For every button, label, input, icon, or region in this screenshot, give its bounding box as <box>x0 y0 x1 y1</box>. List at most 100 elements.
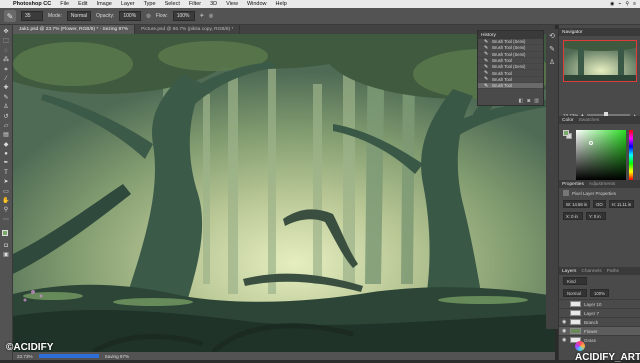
type-icon[interactable]: T <box>2 170 10 176</box>
menu-3d[interactable]: 3D <box>210 1 217 7</box>
path-select-icon[interactable]: ➤ <box>2 179 10 185</box>
brush-settings-icon[interactable]: ✎ <box>548 46 556 53</box>
tab-properties[interactable]: Properties <box>562 182 584 187</box>
layer-kind-filter[interactable]: Kind <box>563 277 587 285</box>
move-icon[interactable]: ✥ <box>2 29 10 35</box>
navigator-thumbnail[interactable] <box>563 40 637 82</box>
tab-document-2[interactable]: Picture.psd @ 66.7% (pikita copy, RGB/8)… <box>135 25 241 34</box>
menu-edit[interactable]: Edit <box>78 1 87 7</box>
document-canvas[interactable] <box>13 34 555 352</box>
history-panel-icon[interactable]: ⟲ <box>548 33 556 40</box>
layer-thumbnail <box>570 301 581 307</box>
dodge-icon[interactable]: ● <box>2 151 10 157</box>
clone-stamp-icon[interactable]: ♙ <box>2 104 10 110</box>
menu-window[interactable]: Window <box>247 1 267 7</box>
layer-row-selected[interactable]: ◉ Flower <box>559 326 640 335</box>
brush-size-field[interactable]: 35 <box>21 11 43 21</box>
gradient-icon[interactable]: ▤ <box>2 132 10 138</box>
color-foreground[interactable] <box>563 130 569 136</box>
pixel-layer-icon <box>563 190 569 196</box>
more-icon[interactable]: ⋯ <box>2 217 10 223</box>
document-tabs: Jak1.psd @ 23.7% (Flower, RGB/8) * · Sez… <box>13 25 555 34</box>
navigator-header[interactable]: Navigator <box>559 28 640 36</box>
pressure-size-icon[interactable]: ◎ <box>209 13 213 19</box>
tab-layers[interactable]: Layers <box>562 269 576 274</box>
zoom-icon[interactable]: ⚲ <box>2 207 10 213</box>
eraser-icon[interactable]: ▱ <box>2 123 10 129</box>
visibility-icon[interactable]: ◉ <box>562 319 567 325</box>
properties-size-row: W: 14.58 in GO H: 11.11 in <box>559 198 640 210</box>
visibility-icon[interactable]: ◉ <box>562 328 567 334</box>
history-brush-icon[interactable]: ↺ <box>2 114 10 120</box>
shape-icon[interactable]: ▭ <box>2 189 10 195</box>
flow-field[interactable]: 100% <box>172 11 195 21</box>
acidify-logo-icon <box>575 341 585 352</box>
quick-select-icon[interactable]: ⁂ <box>2 57 10 63</box>
notification-icon[interactable]: ≡ <box>633 1 636 7</box>
menu-view[interactable]: View <box>226 1 238 7</box>
layers-blend-row: Normal 100% <box>559 287 640 299</box>
trash-icon[interactable]: ▥ <box>534 98 539 104</box>
eyedropper-icon[interactable]: ⁄ <box>2 76 10 82</box>
camera-icon[interactable]: ◙ <box>527 98 530 104</box>
screen-mode-icon[interactable]: ▣ <box>2 252 10 258</box>
status-icon-1[interactable]: ◉ <box>610 1 614 7</box>
color-fg-bg[interactable] <box>563 130 572 139</box>
airbrush-icon[interactable]: ✈ <box>200 13 204 19</box>
lasso-icon[interactable]: ◌ <box>2 48 10 54</box>
tab-adjustments[interactable]: Adjustments <box>589 182 615 187</box>
layer-row[interactable]: Layer 7 <box>559 308 640 317</box>
brush-icon[interactable]: ✎ <box>2 95 10 101</box>
tab-swatches[interactable]: Swatches <box>578 118 599 123</box>
x-field[interactable]: X: 0 in <box>563 212 583 220</box>
tab-color[interactable]: Color <box>562 118 573 123</box>
y-field[interactable]: Y: 0 in <box>586 212 606 220</box>
hand-icon[interactable]: ✋ <box>2 198 10 204</box>
menu-layer[interactable]: Layer <box>121 1 135 7</box>
layer-thumbnail <box>570 310 581 316</box>
tab-paths[interactable]: Paths <box>607 269 619 274</box>
healing-icon[interactable]: ✚ <box>2 85 10 91</box>
crop-icon[interactable]: ⌗ <box>2 67 10 73</box>
layer-name: Layer 7 <box>584 310 600 316</box>
go-button[interactable]: GO <box>593 200 606 208</box>
tab-channels[interactable]: Channels <box>581 269 601 274</box>
brush-preset-icon[interactable]: ✎ <box>4 10 16 22</box>
history-panel: History ✎ Brush Tool (Semi) ✎ Brush Tool (… <box>477 30 544 106</box>
width-field[interactable]: W: 14.58 in <box>563 200 591 208</box>
layers-header: Layers Channels Paths <box>559 267 640 275</box>
menu-app-name[interactable]: Photoshop CC <box>13 1 51 7</box>
pen-icon[interactable]: ✒ <box>2 160 10 166</box>
menu-help[interactable]: Help <box>276 1 287 7</box>
color-picker-field[interactable] <box>576 130 626 180</box>
hue-slider[interactable] <box>629 130 633 180</box>
opacity-field[interactable]: 100% <box>119 11 142 21</box>
menu-type[interactable]: Type <box>144 1 156 7</box>
spotlight-icon[interactable]: ⚲ <box>625 1 629 7</box>
wifi-icon[interactable]: ⌁ <box>618 1 621 7</box>
clone-source-icon[interactable]: ♙ <box>548 59 556 66</box>
tab-document-active[interactable]: Jak1.psd @ 23.7% (Flower, RGB/8) * · Sez… <box>13 25 136 34</box>
blend-mode-dropdown[interactable]: Normal <box>563 289 587 297</box>
layer-row[interactable]: Layer 10 <box>559 299 640 308</box>
layer-opacity-field[interactable]: 100% <box>590 289 609 297</box>
menu-file[interactable]: File <box>60 1 69 7</box>
foreground-swatch[interactable] <box>1 230 8 237</box>
menu-image[interactable]: Image <box>97 1 112 7</box>
menu-filter[interactable]: Filter <box>189 1 201 7</box>
new-snapshot-icon[interactable]: ◧ <box>519 98 524 104</box>
height-field[interactable]: H: 11.11 in <box>608 200 635 208</box>
visibility-icon[interactable]: ◉ <box>562 337 567 343</box>
marquee-icon[interactable]: ⬚ <box>2 38 10 44</box>
history-item-selected[interactable]: ✎ Brush Tool <box>478 83 543 90</box>
color-picker-cursor[interactable] <box>589 141 593 145</box>
menu-select[interactable]: Select <box>165 1 180 7</box>
blur-icon[interactable]: ◆ <box>2 142 10 148</box>
pressure-opacity-icon[interactable]: ◎ <box>146 13 150 19</box>
quick-mask-icon[interactable]: ◘ <box>2 243 10 249</box>
status-zoom[interactable]: 23.73% <box>17 354 33 359</box>
mode-dropdown[interactable]: Normal <box>66 11 92 21</box>
layer-row[interactable]: ◉ Branch <box>559 317 640 326</box>
options-bar: ✎ 35 Mode: Normal Opacity: 100% ◎ Flow: … <box>0 8 640 25</box>
fg-bg-swatches[interactable] <box>1 230 11 240</box>
